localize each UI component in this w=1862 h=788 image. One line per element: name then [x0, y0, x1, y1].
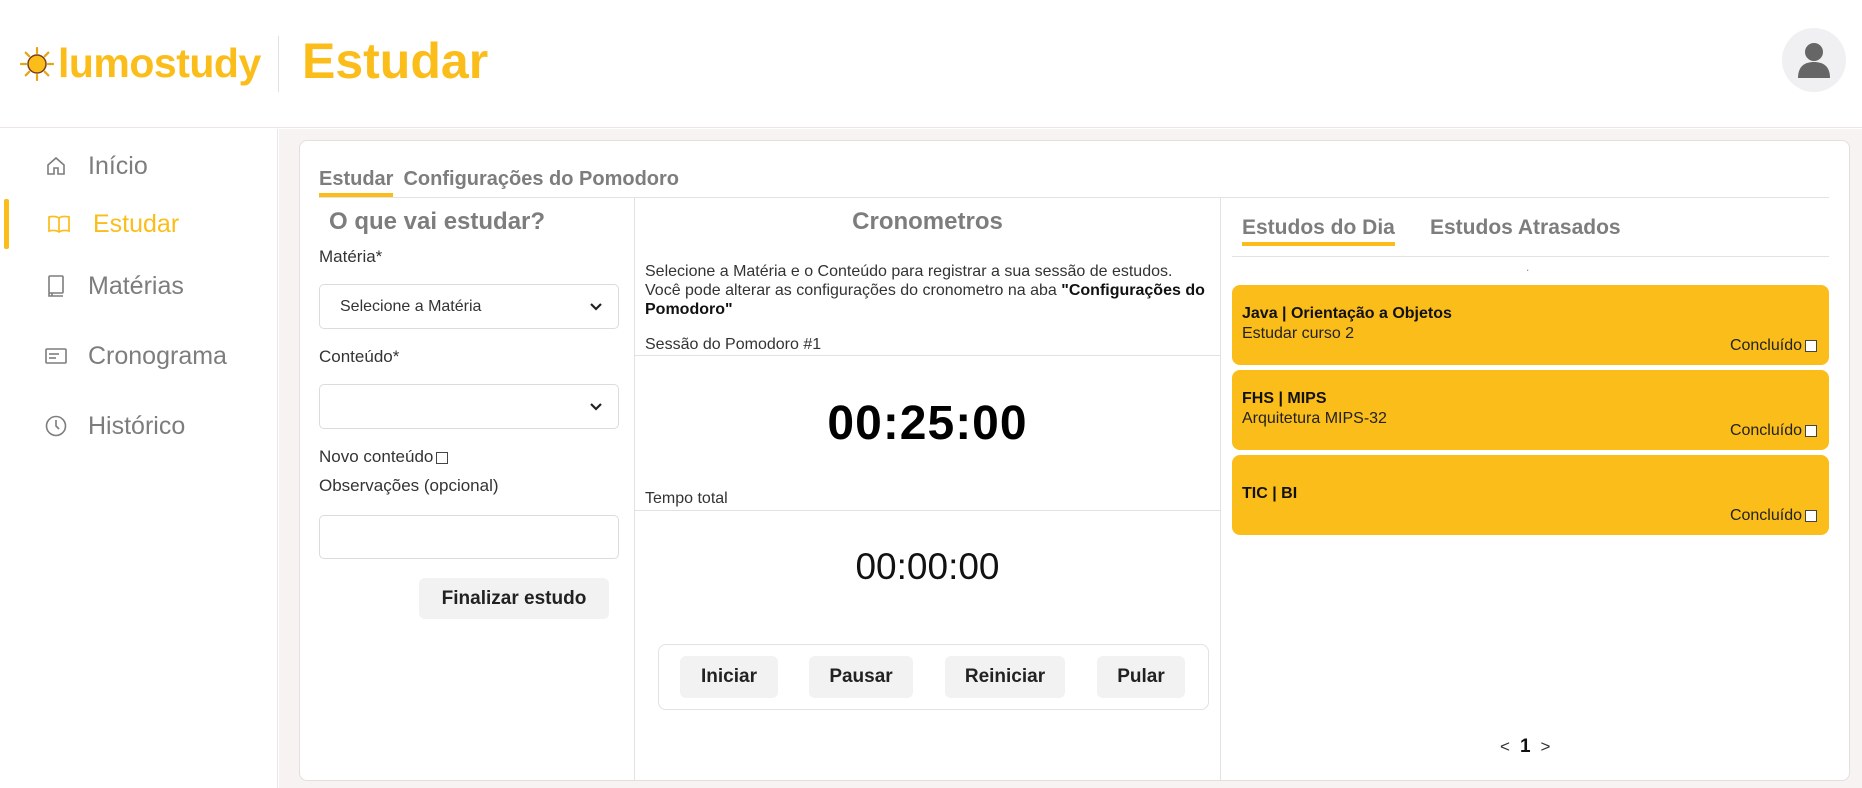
notes-input[interactable]: [319, 515, 619, 559]
task-done-toggle[interactable]: Concluído: [1730, 422, 1817, 440]
logo-text: lumostudy: [58, 40, 261, 86]
separator-dot: .: [1526, 260, 1530, 274]
chevron-down-icon: [590, 303, 602, 311]
task-card[interactable]: Java | Orientação a Objetos Estudar curs…: [1232, 285, 1829, 365]
pager-prev[interactable]: <: [1500, 737, 1510, 757]
schedule-icon: [45, 348, 67, 364]
done-checkbox[interactable]: [1805, 509, 1817, 522]
pomodoro-timer: 00:25:00: [827, 397, 1028, 450]
chevron-down-icon: [590, 403, 602, 411]
sidebar-item-label: Cronograma: [88, 341, 227, 370]
task-subtitle: Estudar curso 2: [1242, 325, 1355, 342]
sidebar-item-materias[interactable]: Matérias: [0, 261, 278, 311]
app-header: lumostudy Estudar: [0, 0, 1862, 128]
task-title: TIC | BI: [1242, 485, 1298, 502]
task-done-toggle[interactable]: Concluído: [1730, 337, 1817, 355]
task-title: FHS | MIPS: [1242, 390, 1327, 407]
book-icon: [48, 275, 64, 297]
user-icon: [1798, 43, 1830, 78]
done-checkbox[interactable]: [1805, 339, 1817, 352]
sidebar-item-historico[interactable]: Histórico: [0, 401, 278, 451]
task-done-toggle[interactable]: Concluído: [1730, 507, 1817, 525]
divider: [1232, 256, 1829, 257]
active-indicator: [4, 199, 9, 249]
timers-description: Selecione a Matéria e o Conteúdo para re…: [645, 262, 1205, 319]
finish-study-button[interactable]: Finalizar estudo: [419, 578, 609, 619]
subject-select[interactable]: Selecione a Matéria: [319, 284, 619, 329]
pagination: < 1 >: [1500, 736, 1550, 758]
column-divider: [1220, 198, 1221, 780]
new-content-checkbox[interactable]: [436, 451, 449, 464]
tab-estudos-do-dia[interactable]: Estudos do Dia: [1242, 216, 1395, 246]
task-subtitle: Arquitetura MIPS-32: [1242, 410, 1387, 427]
header-divider: [278, 36, 279, 92]
sidebar-item-label: Início: [88, 151, 148, 180]
done-checkbox[interactable]: [1805, 424, 1817, 437]
divider: [635, 510, 1220, 511]
pager-current[interactable]: 1: [1520, 736, 1531, 758]
total-time-label: Tempo total: [645, 490, 728, 507]
sidebar-item-estudar[interactable]: Estudar: [0, 199, 278, 249]
start-button[interactable]: Iniciar: [680, 656, 778, 698]
sidebar-item-label: Matérias: [88, 271, 184, 300]
sidebar-item-inicio[interactable]: Início: [0, 141, 278, 191]
task-card[interactable]: TIC | BI Concluído: [1232, 455, 1829, 535]
sidebar-item-label: Estudar: [93, 209, 180, 238]
column-divider: [634, 198, 635, 780]
done-label: Concluído: [1729, 507, 1802, 524]
tab-estudar[interactable]: Estudar: [319, 168, 394, 197]
pomodoro-session-label: Sessão do Pomodoro #1: [645, 336, 822, 353]
content-label: Conteúdo*: [319, 347, 400, 366]
sidebar-item-label: Histórico: [88, 411, 186, 440]
sidebar-item-cronograma[interactable]: Cronograma: [0, 331, 278, 381]
tabs-divider: [319, 197, 1829, 198]
restart-button[interactable]: Reiniciar: [945, 656, 1065, 698]
done-label: Concluído: [1729, 337, 1802, 354]
logo[interactable]: lumostudy: [20, 40, 261, 87]
page-title: Estudar: [302, 33, 489, 89]
top-tabs: Estudar Configurações do Pomodoro: [319, 168, 679, 197]
timers-title: Cronometros: [852, 208, 1003, 235]
tab-estudos-atrasados[interactable]: Estudos Atrasados: [1430, 216, 1621, 242]
avatar[interactable]: [1782, 28, 1846, 92]
notes-label: Observações (opcional): [319, 476, 499, 495]
task-card[interactable]: FHS | MIPS Arquitetura MIPS-32 Concluído: [1232, 370, 1829, 450]
done-label: Concluído: [1729, 422, 1802, 439]
content-select[interactable]: [319, 384, 619, 429]
sun-logo-icon: [20, 46, 54, 81]
skip-button[interactable]: Pular: [1097, 656, 1185, 698]
sidebar: Início Estudar Matérias Cronograma Histó…: [0, 129, 278, 788]
task-title: Java | Orientação a Objetos: [1242, 305, 1452, 322]
divider: [635, 355, 1220, 356]
subject-label: Matéria*: [319, 247, 383, 266]
book-open-icon: [48, 215, 70, 234]
subject-select-value: Selecione a Matéria: [340, 297, 482, 315]
form-title: O que vai estudar?: [329, 208, 546, 235]
new-content-label: Novo conteúdo: [319, 447, 434, 466]
pause-button[interactable]: Pausar: [809, 656, 913, 698]
new-content-row: Novo conteúdo: [319, 447, 449, 467]
clock-icon: [45, 415, 67, 437]
pager-next[interactable]: >: [1541, 737, 1551, 757]
home-icon: [47, 156, 65, 175]
tab-configuracoes-pomodoro[interactable]: Configurações do Pomodoro: [403, 168, 679, 197]
total-timer: 00:00:00: [855, 546, 1000, 587]
